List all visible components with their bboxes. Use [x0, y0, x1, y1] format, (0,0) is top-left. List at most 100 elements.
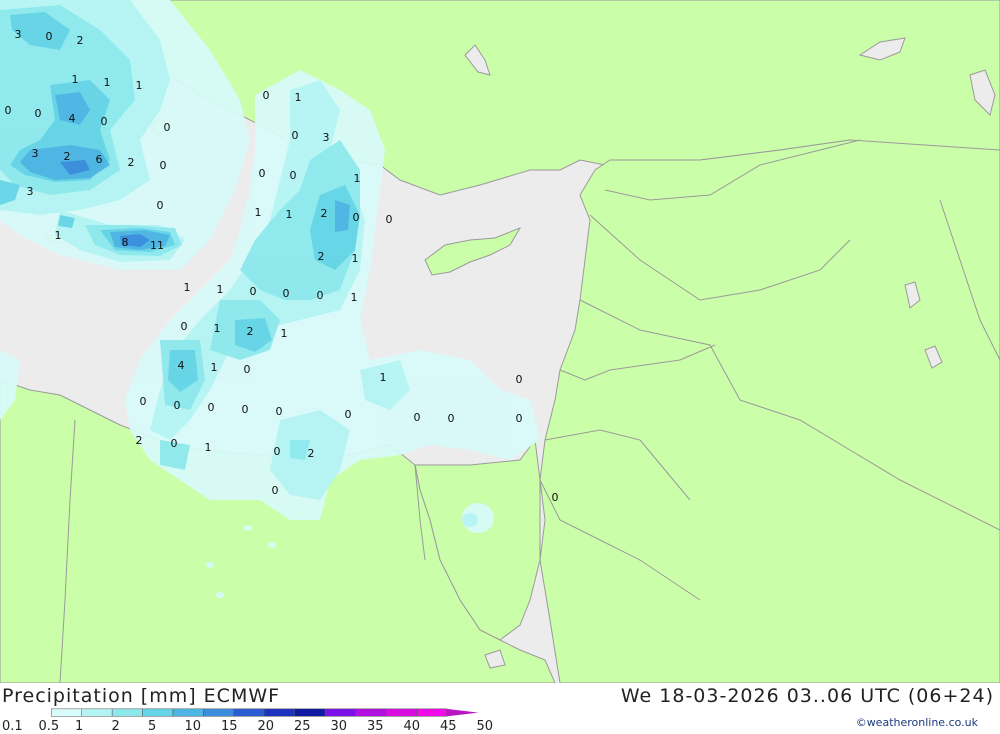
legend-label: 2: [111, 719, 120, 734]
legend-swatch: [355, 708, 387, 717]
legend-swatch: [264, 708, 295, 717]
precip-value-label: 0: [272, 484, 279, 497]
precip-value-label: 1: [55, 229, 62, 242]
precip-value-label: 1: [72, 73, 79, 86]
credit-link[interactable]: ©weatheronline.co.uk: [856, 716, 978, 729]
precip-value-label: 0: [290, 169, 297, 182]
legend-label: 15: [221, 719, 238, 734]
precip-value-label: 0: [516, 412, 523, 425]
map-title: Precipitation [mm] ECMWF: [2, 685, 281, 707]
precip-value-label: 0: [160, 159, 167, 172]
legend-label: 35: [367, 719, 384, 734]
precip-value-label: 0: [208, 401, 215, 414]
precip-value-label: 1: [255, 206, 262, 219]
legend-label: 5: [148, 719, 157, 734]
color-legend: [51, 708, 479, 717]
precip-value-label: 2: [136, 434, 143, 447]
precip-value-label: 0: [552, 491, 559, 504]
legend-label: 1: [75, 719, 84, 734]
legend-swatch: [233, 708, 265, 717]
precip-value-label: 0: [516, 373, 523, 386]
precip-value-label: 0: [101, 115, 108, 128]
precip-value-label: 0: [35, 107, 42, 120]
precip-value-label: 0: [317, 289, 324, 302]
precip-value-label: 1: [211, 361, 218, 374]
footer: Precipitation [mm] ECMWF We 18-03-2026 0…: [0, 683, 1000, 734]
legend-swatch: [51, 708, 82, 717]
precipitation-map: 3 0 21 1 104003 2 6 2 03018 110 100 310 02 0 01 12 10 11 1…: [0, 0, 1000, 683]
legend-swatch: [324, 708, 356, 717]
precip-value-label: 0: [242, 403, 249, 416]
precip-value-label: 3: [323, 131, 330, 144]
precip-value-label: 1: [214, 322, 221, 335]
legend-swatch: [172, 708, 204, 717]
precip-value-label: 1: [217, 283, 224, 296]
legend-label: 25: [294, 719, 311, 734]
precip-value-label: 1: [281, 327, 288, 340]
precip-value-label: 4: [69, 112, 76, 125]
precip-value-label: 2: [247, 325, 254, 338]
legend-label: 45: [440, 719, 457, 734]
precip-value-label: 6: [96, 153, 103, 166]
precip-value-label: 0: [353, 211, 360, 224]
legend-label: 50: [476, 719, 494, 734]
precip-value-label: 0: [164, 121, 171, 134]
precip-value-label: 2: [128, 156, 135, 169]
valid-time: We 18-03-2026 03..06 UTC (06+24): [620, 685, 994, 707]
precip-value-label: 1: [184, 281, 191, 294]
legend-swatch: [111, 708, 143, 717]
precip-value-label: 3: [32, 147, 39, 160]
precip-value-label: 1: [136, 79, 143, 92]
precip-value-label: 0: [46, 30, 53, 43]
precip-value-label: 0: [345, 408, 352, 421]
precip-value-label: 2: [318, 250, 325, 263]
precip-value-label: 0: [140, 395, 147, 408]
precip-value-label: 0: [263, 89, 270, 102]
legend-arrow: [446, 708, 479, 717]
legend-label: 0.5: [38, 719, 60, 734]
precip-value-label: 1: [104, 76, 111, 89]
legend-swatch: [385, 708, 417, 717]
legend-swatch: [142, 708, 174, 717]
precip-value-label: 2: [308, 447, 315, 460]
precip-value-label: 1: [295, 91, 302, 104]
precip-value-label: 2: [321, 207, 328, 220]
legend-label: 0.1: [2, 719, 23, 734]
precip-value-label: 0: [174, 399, 181, 412]
precip-value-label: 0: [448, 412, 455, 425]
precip-value-label: 2: [77, 34, 84, 47]
precip-value-label: 0: [283, 287, 290, 300]
precip-value-label: 8: [122, 236, 129, 249]
precip-value-label: 11: [150, 239, 164, 252]
precip-value-label: 3: [27, 185, 34, 198]
precip-value-label: 1: [286, 208, 293, 221]
precip-value-label: 0: [259, 167, 266, 180]
legend-label: 30: [330, 719, 348, 734]
precip-value-label: 0: [274, 445, 281, 458]
precip-value-label: 0: [244, 363, 251, 376]
legend-swatch: [294, 708, 326, 717]
precip-value-label: 2: [64, 150, 71, 163]
precip-value-label: 0: [292, 129, 299, 142]
legend-label: 40: [403, 719, 421, 734]
legend-swatch: [416, 708, 447, 717]
precip-value-label: 0: [171, 437, 178, 450]
precip-value-label: 0: [157, 199, 164, 212]
precip-value-label: 1: [352, 252, 359, 265]
precip-value-label: 0: [276, 405, 283, 418]
legend-label: 10: [184, 719, 202, 734]
precip-value-label: 0: [414, 411, 421, 424]
precip-value-label: 0: [250, 285, 257, 298]
precip-value-label: 1: [351, 291, 358, 304]
precip-value-label: 4: [178, 359, 185, 372]
precip-value-label: 0: [386, 213, 393, 226]
precip-value-label: 3: [15, 28, 22, 41]
precip-value-label: 0: [5, 104, 12, 117]
legend-swatch: [81, 708, 113, 717]
legend-label: 20: [257, 719, 275, 734]
precip-value-label: 1: [205, 441, 212, 454]
precip-value-label: 0: [181, 320, 188, 333]
legend-swatch: [203, 708, 235, 717]
precip-value-label: 1: [354, 172, 361, 185]
precip-value-label: 1: [380, 371, 387, 384]
